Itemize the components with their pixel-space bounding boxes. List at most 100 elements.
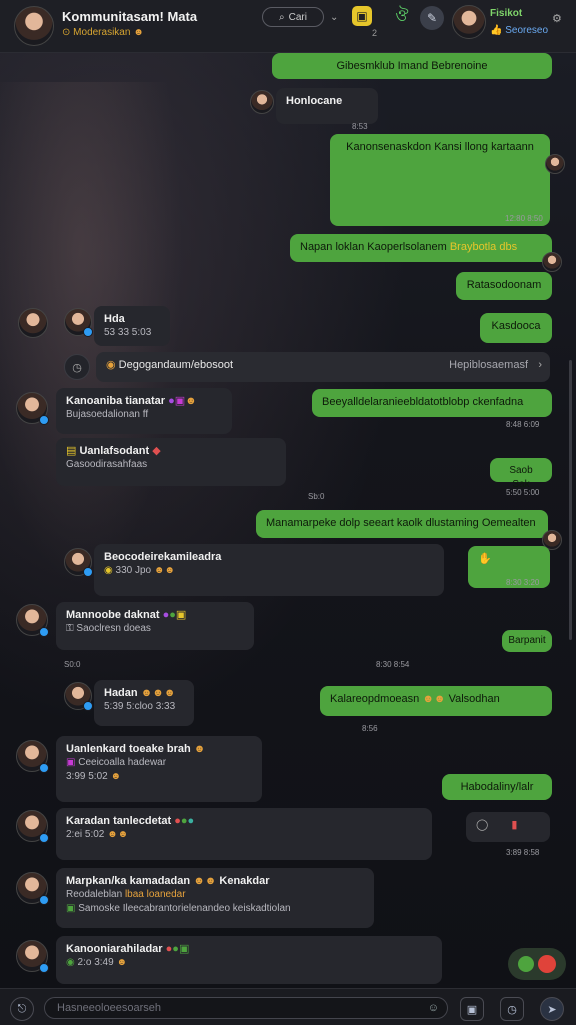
message-bubble-incoming[interactable]: Hadan ☻☻☻ 5:39 5:cloo 3:33 [94,680,194,726]
tools-icon[interactable]: ✎ [420,6,444,30]
emoji-picker-icon[interactable]: ☺ [428,998,439,1018]
user-avatar[interactable] [64,308,93,337]
message-time: 3:89 8:58 [506,848,540,857]
message-bubble-incoming[interactable]: Beocodeirekamileadra ◉ 330 Jpo ☻☻ [94,544,444,596]
message-time: 8:56 [362,724,378,733]
emoji-icon: ◆ [152,445,161,457]
group-title[interactable]: Kommunitasam! Mata [62,9,197,24]
thumbs-up-icon: 👍 [490,25,503,36]
emoji-icon: ● [180,815,188,827]
reply-icon[interactable]: ◷ [64,354,90,380]
message-bubble-incoming[interactable]: Honlocane [276,88,378,124]
emoji-icon: ● [172,943,179,955]
emoji-icon: ☻☻ [422,693,446,705]
user-avatar[interactable] [545,154,565,174]
send-icon[interactable]: ➤ [540,997,564,1021]
user-avatar[interactable] [16,940,49,973]
message-bubble-outgoing[interactable]: Saob Sak [490,458,552,490]
message-bubble-incoming[interactable]: Karadan tanlecdetat ●●● 2:ei 5:02 ☻☻ [56,808,432,860]
hand-icon: ✋ [478,553,492,565]
date-divider: Sb:0 [308,492,325,501]
check-icon: ▣ [66,903,76,914]
user-avatar[interactable] [16,604,49,637]
message-input[interactable]: Hasneeoloeesoarseh ☺ [44,997,448,1019]
message-bubble-outgoing[interactable]: Barpanit [502,630,552,652]
pin-icon: ◉ [106,359,116,371]
message-bubble-outgoing[interactable]: Manamarpeke dolp seeart kaolk dlustaming… [256,510,548,538]
composer-bar: ⎋ Hasneeoloeesoarseh ☺ ▣ ◷ ➤ [0,988,576,1025]
emoji-icon: ☻☻ [193,875,217,887]
emoji-icon: ☻☻☻ [140,687,176,699]
message-time: 8:30 8:54 [376,660,410,669]
bookmark-icon[interactable]: ▣ [352,6,372,26]
waveform-icon: ▮ [511,819,518,831]
sticker-icon[interactable]: ▣ [460,997,484,1021]
message-bubble-incoming[interactable]: Marpkan/ka kamadadan ☻☻ Kenakdar Reodale… [56,868,374,928]
user-avatar[interactable] [64,548,93,577]
file-icon: ▤ [66,445,77,457]
emoji-icon: ● [168,395,175,407]
coin-icon: ◉ [66,957,75,968]
search-icon: ⌕ [279,11,285,23]
message-bubble-outgoing[interactable]: Gibesmklub Imand Bebrenoine [272,53,552,79]
coin-icon: ◉ [104,565,113,576]
moderator-icon: ⊙ [62,27,71,38]
message-bubble-incoming[interactable]: Hda 53 33 5:03 [94,306,170,346]
emoji-icon: ☻ [193,743,206,755]
profile-avatar[interactable] [452,5,486,39]
mic-icon [518,956,534,972]
message-bubble-incoming[interactable]: Uanlenkard toeake brah ☻ ▣ Ceeicoalla ha… [56,736,262,802]
emoji-icon: ☻ [133,27,144,38]
message-bubble-outgoing[interactable]: Ratasodoonam [456,272,552,300]
user-avatar[interactable] [542,252,562,272]
group-avatar[interactable] [14,6,54,46]
profile-name: Fisikot [490,8,523,19]
user-avatar[interactable] [64,682,93,711]
message-bubble-outgoing[interactable]: Habodaliny/lalr [442,774,552,800]
emoji-icon: ☻ [116,957,127,968]
emoji-icon: ☻☻ [107,829,129,840]
user-avatar[interactable] [16,740,49,773]
pinned-message-bar[interactable]: ◉ Degogandaum/ebosoot Hepiblosaemasf › [96,352,550,382]
lock-icon: ⚿ [66,623,74,634]
emoji-icon: ● [187,815,195,827]
voice-message[interactable]: ◯ ▮ [466,812,550,842]
user-avatar[interactable] [250,90,274,114]
message-bubble-outgoing[interactable]: Beeyalldelaranieebldatotblobp ckenfadna [312,389,552,417]
emoji-icon: ▣ [175,609,187,621]
scrollbar[interactable] [569,360,572,640]
message-bubble-outgoing[interactable]: Kasdooca [480,313,552,343]
user-avatar[interactable] [16,810,49,843]
chevron-right-icon: › [538,359,542,371]
clock-icon[interactable]: ◷ [500,997,524,1021]
play-icon: ◯ [476,819,489,831]
profile-status: 👍 Seoreseo [490,25,549,36]
message-time: 8:48 6:09 [506,420,540,429]
message-bubble-incoming[interactable]: Mannoobe daknat ●●▣ ⚿ Saoclresn doeas [56,602,254,650]
message-bubble-outgoing[interactable]: Kanonsenaskdon Kansi llong kartaann [330,134,550,226]
settings-icon[interactable]: ⚙ [552,12,562,25]
badge-count: 2 [372,28,378,38]
user-avatar[interactable] [16,392,49,425]
emoji-icon: ▣ [178,943,190,955]
message-time: 5:50 5:00 [506,488,540,497]
message-bubble-outgoing[interactable]: Kalareopdmoeasn ☻☻ Valsodhan [320,686,552,716]
message-bubble-outgoing[interactable]: Napan loklan Kaoperlsolanem Braybotla db… [290,234,552,262]
message-bubble-incoming[interactable]: Kanoaniba tianatar ●▣☻ Bujasoedalionan f… [56,388,232,434]
message-time: 12:80 8:50 [505,214,543,223]
chevron-down-icon[interactable]: ⌄ [330,12,338,23]
emoji-icon: ● [169,609,176,621]
attach-icon[interactable]: ⎋ [10,997,34,1021]
message-bubble-incoming[interactable]: ▤ Uanlafsodant ◆ Gasoodirasahfaas [56,438,286,486]
emoji-icon: ☻ [185,395,197,407]
message-bubble-incoming[interactable]: Kanooniarahiladar ●●▣ ◉ 2:o 3:49 ☻ [56,936,442,984]
search-chip[interactable]: ⌕ Cari [262,7,324,27]
translate-icon[interactable]: ঔ [392,6,412,26]
chat-header: Kommunitasam! Mata ⊙ Moderasikan ☻ ⌕ Car… [0,0,576,53]
emoji-icon: ● [174,815,181,827]
record-icon [538,955,556,973]
emoji-icon: ☻☻ [153,565,175,576]
user-avatar[interactable] [16,872,49,905]
record-toggle-button[interactable] [508,948,566,980]
side-avatar[interactable] [18,308,48,338]
